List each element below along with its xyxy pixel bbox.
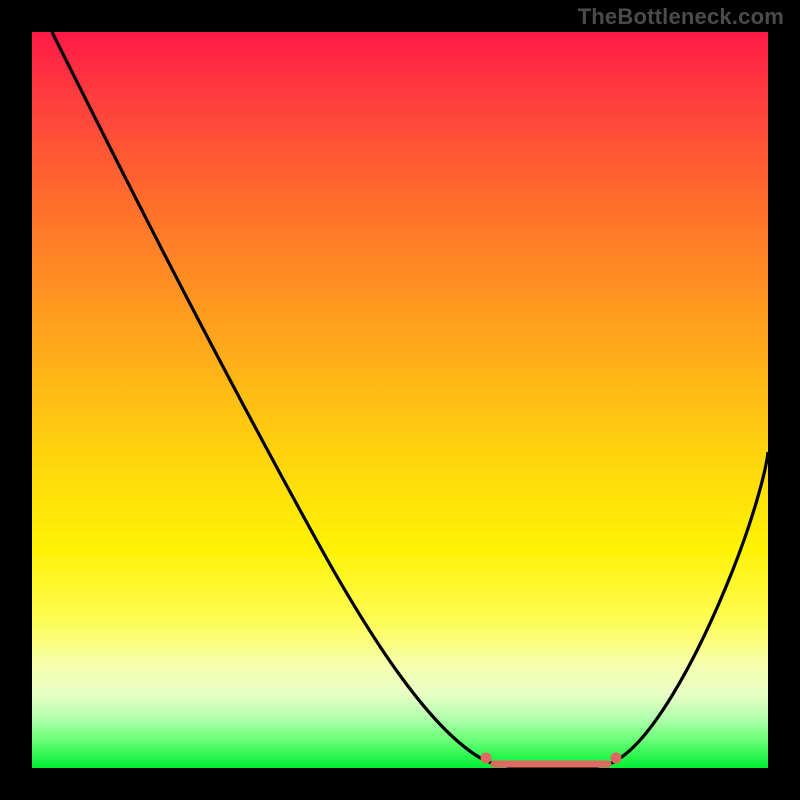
chart-frame: TheBottleneck.com <box>0 0 800 800</box>
curve-layer <box>32 32 768 772</box>
valley-right-dot <box>611 753 622 764</box>
watermark-text: TheBottleneck.com <box>578 4 784 30</box>
valley-left-dot <box>481 753 492 764</box>
bottleneck-curve <box>52 32 768 768</box>
